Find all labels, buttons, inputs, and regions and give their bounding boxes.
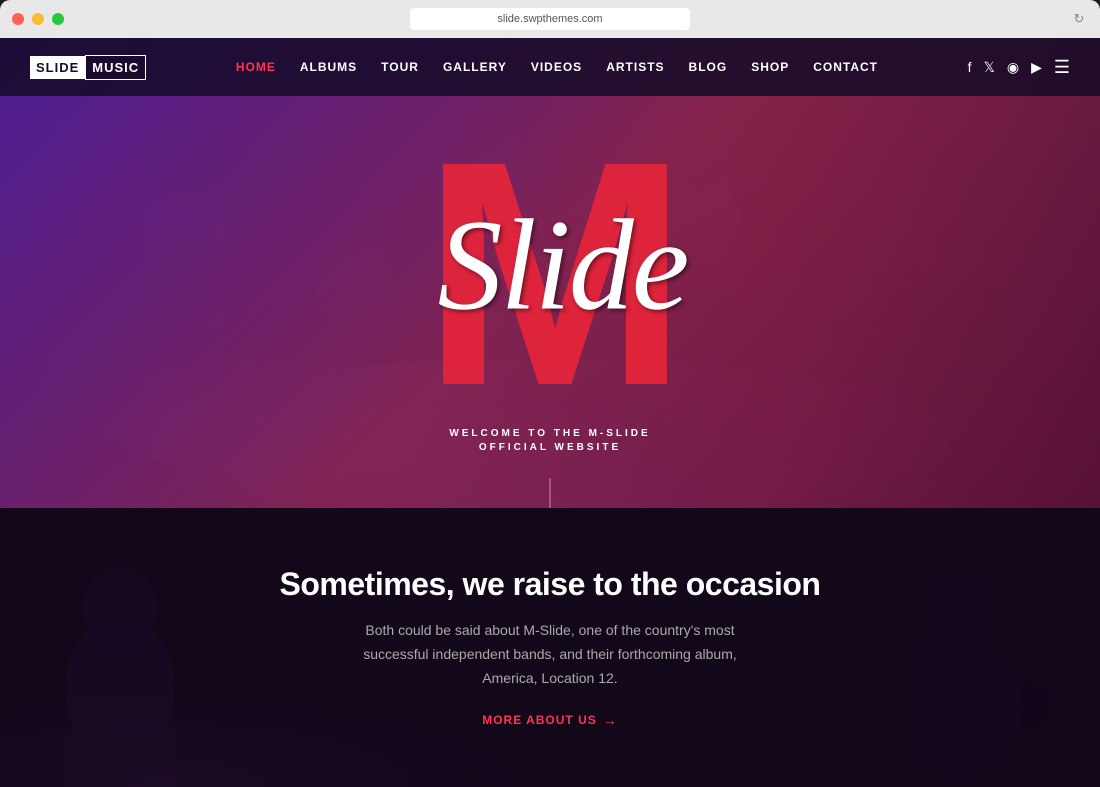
nav-shop[interactable]: SHOP <box>751 60 789 74</box>
nav-blog[interactable]: BLOG <box>689 60 728 74</box>
navbar: SLIDE MUSIC HOME ALBUMS TOUR GALLERY VID… <box>0 38 1100 96</box>
logo-slide: SLIDE <box>30 56 85 79</box>
nav-tour[interactable]: TOUR <box>381 60 419 74</box>
page-wrapper: SLIDE MUSIC HOME ALBUMS TOUR GALLERY VID… <box>0 38 1100 787</box>
nav-videos[interactable]: VIDEOS <box>531 60 582 74</box>
more-about-us-link[interactable]: MORE ABOUT US → <box>482 712 618 728</box>
nav-social: f 𝕏 ◉ ▶ ☰ <box>968 57 1070 78</box>
browser-chrome: slide.swpthemes.com ↻ <box>0 0 1100 38</box>
about-section: Sometimes, we raise to the occasion Both… <box>0 508 1100 787</box>
logo-music: MUSIC <box>85 55 146 80</box>
logo[interactable]: SLIDE MUSIC <box>30 55 146 80</box>
nav-contact[interactable]: CONTACT <box>813 60 878 74</box>
about-body: Both could be said about M-Slide, one of… <box>360 619 740 690</box>
about-content: Sometimes, we raise to the occasion Both… <box>240 546 861 748</box>
youtube-icon[interactable]: ▶ <box>1031 59 1042 76</box>
browser-dot-minimize[interactable] <box>32 13 44 25</box>
instagram-icon[interactable]: ◉ <box>1007 59 1019 76</box>
welcome-line2: OFFICIAL WEBSITE <box>449 442 650 453</box>
browser-dot-maximize[interactable] <box>52 13 64 25</box>
hero-script-text: Slide <box>438 191 688 341</box>
facebook-icon[interactable]: f <box>968 59 972 75</box>
about-heading: Sometimes, we raise to the occasion <box>280 566 821 603</box>
hero-divider-line <box>550 478 551 508</box>
nav-albums[interactable]: ALBUMS <box>300 60 357 74</box>
twitter-icon[interactable]: 𝕏 <box>984 59 995 76</box>
refresh-icon[interactable]: ↻ <box>1070 10 1088 28</box>
nav-artists[interactable]: ARTISTS <box>606 60 664 74</box>
nav-home[interactable]: HOME <box>236 60 276 74</box>
browser-icons: ↻ <box>1070 10 1088 28</box>
url-text: slide.swpthemes.com <box>497 13 602 25</box>
more-about-arrow: → <box>603 712 618 728</box>
nav-gallery[interactable]: GALLERY <box>443 60 507 74</box>
welcome-line1: WELCOME TO THE M-SLIDE <box>449 428 650 439</box>
hamburger-icon[interactable]: ☰ <box>1054 57 1070 78</box>
nav-links: HOME ALBUMS TOUR GALLERY VIDEOS ARTISTS … <box>236 60 878 74</box>
more-about-label: MORE ABOUT US <box>482 713 597 727</box>
address-bar[interactable]: slide.swpthemes.com <box>410 8 690 30</box>
hero-section: M Slide WELCOME TO THE M-SLIDE OFFICIAL … <box>0 38 1100 508</box>
browser-dot-close[interactable] <box>12 13 24 25</box>
hero-subtitle: WELCOME TO THE M-SLIDE OFFICIAL WEBSITE <box>449 428 650 453</box>
